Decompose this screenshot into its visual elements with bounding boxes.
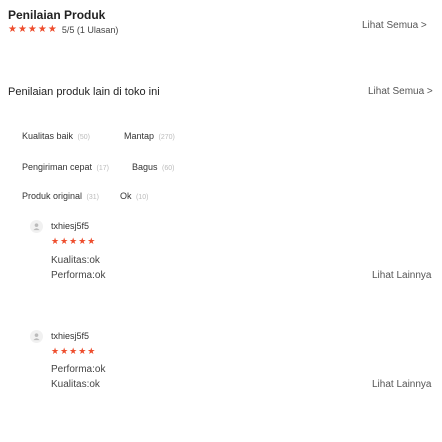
tag-count: (31): [86, 194, 99, 201]
tag-label: Pengiriman cepat: [22, 162, 93, 172]
tag-chip[interactable]: Bagus (60): [132, 157, 174, 175]
review-text-line: Kualitas:ok: [51, 379, 100, 390]
review-stars: ★★★★★: [51, 346, 97, 356]
shop-reviews-title: Penilaian produk lain di toko ini: [8, 86, 160, 98]
tag-count: (60): [161, 165, 175, 172]
tag-chip[interactable]: Ok (10): [120, 186, 148, 204]
tag-label: Kualitas baik: [22, 131, 74, 141]
review-text-line: Kualitas:ok: [51, 255, 100, 266]
see-all-shop-reviews-link[interactable]: Lihat Semua >: [368, 86, 433, 97]
tag-chip[interactable]: Produk original (31): [22, 186, 99, 204]
tag-count: (10): [135, 194, 149, 201]
product-rating: ★★★★★ 5/5 (1 Ulasan): [8, 24, 118, 35]
tag-chip[interactable]: Kualitas baik (50): [22, 126, 90, 144]
tag-label: Bagus: [132, 162, 158, 172]
tag-label: Ok: [120, 191, 132, 201]
rating-stars: ★★★★★: [8, 24, 58, 35]
avatar-icon: [30, 330, 43, 343]
avatar-icon: [30, 220, 43, 233]
see-all-product-reviews-link[interactable]: Lihat Semua >: [362, 20, 427, 31]
tag-count: (270): [158, 134, 175, 141]
review-username: txhiesj5f5: [51, 331, 90, 341]
rating-summary: 5/5 (1 Ulasan): [61, 24, 119, 35]
tag-chip[interactable]: Pengiriman cepat (17): [22, 157, 109, 175]
review-text-line: Performa:ok: [51, 364, 106, 375]
see-more-link[interactable]: Lihat Lainnya: [372, 379, 432, 390]
page-title: Penilaian Produk: [8, 8, 106, 22]
tag-label: Mantap: [124, 131, 155, 141]
see-more-link[interactable]: Lihat Lainnya: [372, 270, 432, 281]
tag-label: Produk original: [22, 191, 83, 201]
review-username: txhiesj5f5: [51, 221, 90, 231]
tag-chip[interactable]: Mantap (270): [124, 126, 175, 144]
tag-count: (50): [77, 134, 90, 141]
review-stars: ★★★★★: [51, 236, 97, 246]
tag-count: (17): [96, 165, 109, 172]
review-text-line: Performa:ok: [51, 270, 106, 281]
